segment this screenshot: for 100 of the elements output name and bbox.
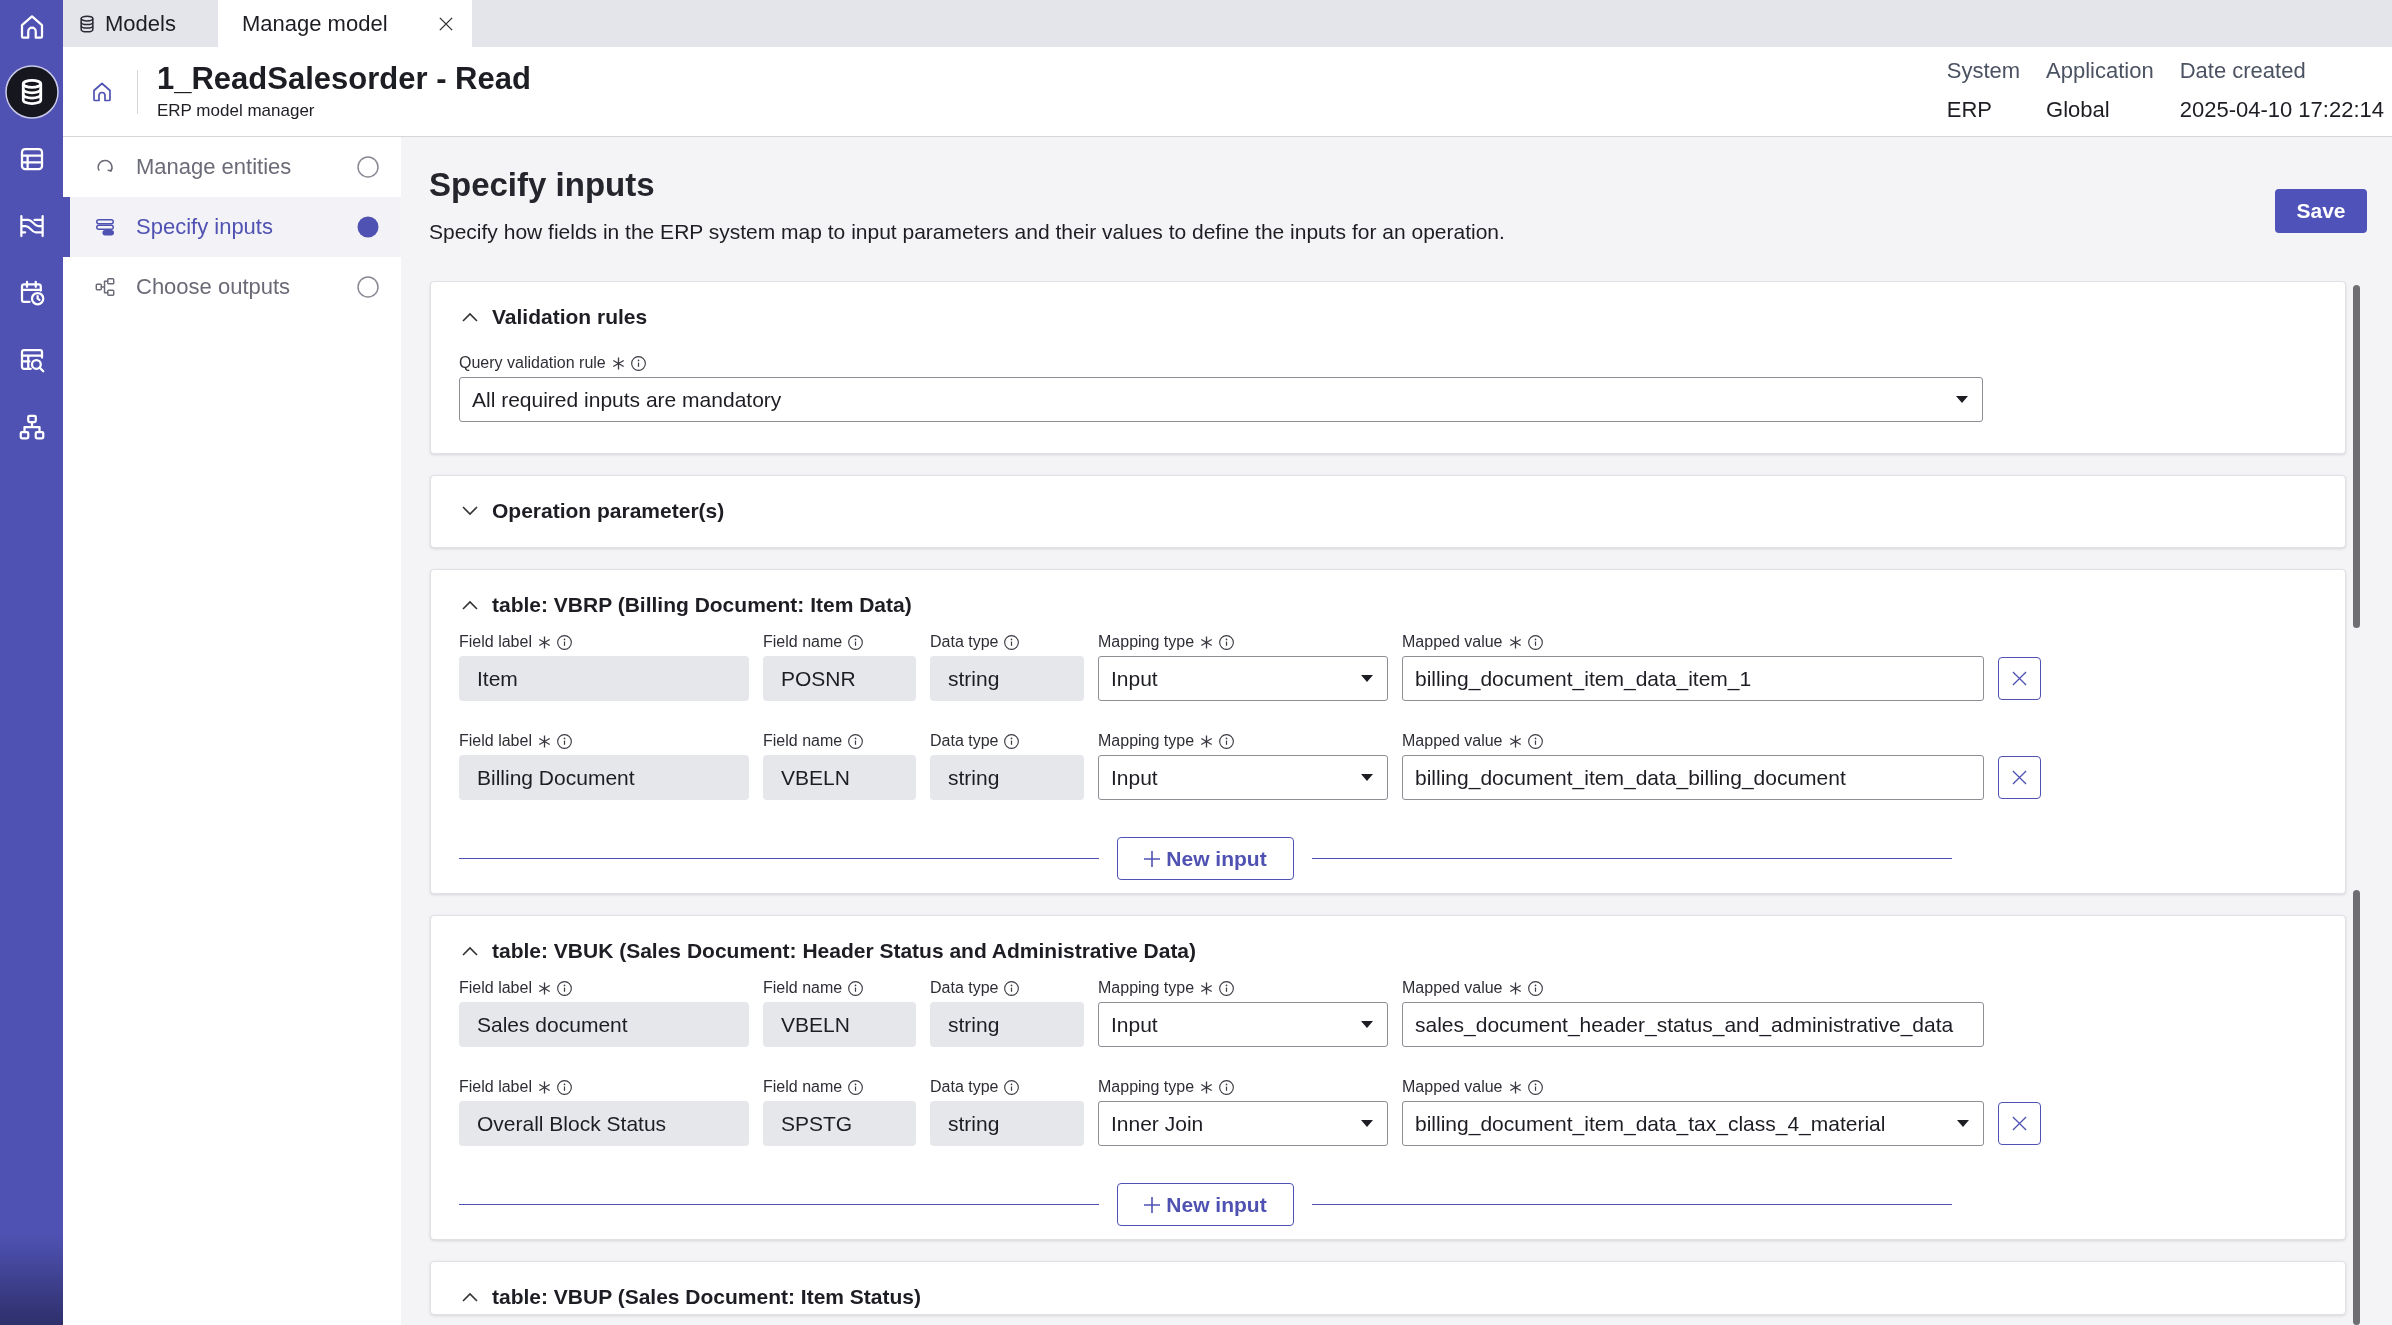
caret-icon [1361, 1021, 1373, 1028]
step-item[interactable]: Manage entities [63, 137, 401, 197]
info-icon[interactable] [848, 733, 864, 749]
field-label: Mapped value [1402, 633, 1503, 651]
info-icon[interactable] [630, 355, 646, 371]
input-field[interactable]: sales_document_header_status_and_administrative_data [1402, 1002, 1984, 1047]
readonly-field: VBELN [763, 755, 916, 800]
readonly-field: Item [459, 656, 749, 701]
nodes-icon [94, 276, 116, 298]
new-input-button[interactable]: New input [1117, 1183, 1294, 1226]
chevron-up-icon[interactable] [462, 312, 478, 322]
meta-value: ERP [1946, 97, 1992, 123]
info-icon[interactable] [1527, 980, 1543, 996]
readonly-field: string [930, 1101, 1084, 1146]
info-icon[interactable] [556, 634, 572, 650]
info-icon[interactable] [1004, 733, 1020, 749]
info-icon[interactable] [1527, 1079, 1543, 1095]
field-label: Field name [763, 979, 843, 997]
field-label: Data type [930, 1078, 999, 1096]
field-label: Query validation rule [459, 354, 606, 372]
info-icon[interactable] [1527, 634, 1543, 650]
info-icon[interactable] [1004, 634, 1020, 650]
info-icon[interactable] [1219, 980, 1235, 996]
step-item[interactable]: Choose outputs [63, 257, 401, 317]
field-label: Field label [459, 1078, 532, 1096]
field-label: Mapping type [1098, 979, 1195, 997]
step-item[interactable]: Specify inputs [63, 197, 401, 257]
plus-icon [1144, 1196, 1161, 1213]
new-input-button[interactable]: New input [1117, 837, 1294, 880]
remove-button[interactable] [1998, 756, 2041, 799]
dropdown[interactable]: Input [1098, 656, 1388, 701]
dropdown[interactable]: Input [1098, 755, 1388, 800]
info-icon[interactable] [1004, 980, 1020, 996]
scrollbar-thumb[interactable] [2353, 890, 2360, 1325]
meta-label: Application [2046, 58, 2154, 84]
caret-icon [1361, 774, 1373, 781]
info-icon[interactable] [848, 634, 864, 650]
readonly-field: Overall Block Status [459, 1101, 749, 1146]
field-label: Data type [930, 633, 999, 651]
readonly-field: string [930, 656, 1084, 701]
readonly-field: POSNR [763, 656, 916, 701]
field-label: Field label [459, 732, 532, 750]
info-icon[interactable] [556, 980, 572, 996]
save-button[interactable]: Save [2275, 189, 2367, 233]
model-title: 1_ReadSalesorder - Read [157, 61, 531, 97]
info-icon[interactable] [556, 733, 572, 749]
field-label: Mapped value [1402, 979, 1503, 997]
input-field[interactable]: billing_document_item_data_item_1 [1402, 656, 1984, 701]
readonly-field: SPSTG [763, 1101, 916, 1146]
field-label: Mapped value [1402, 1078, 1503, 1096]
plus-icon [1144, 850, 1161, 867]
stacked-bars-icon [94, 216, 116, 238]
dropdown[interactable]: Input [1098, 1002, 1388, 1047]
readonly-field: Billing Document [459, 755, 749, 800]
dropdown[interactable]: Inner Join [1098, 1101, 1388, 1146]
remove-button[interactable] [1998, 657, 2041, 700]
section-toggle[interactable]: table: VBUK (Sales Document: Header Status and Administrative Data) [459, 934, 1197, 968]
info-icon[interactable] [848, 1079, 864, 1095]
field-label: Field label [459, 633, 532, 651]
readonly-field: string [930, 755, 1084, 800]
readonly-field: Sales document [459, 1002, 749, 1047]
field-label: Mapping type [1098, 1078, 1195, 1096]
database-icon[interactable] [4, 64, 59, 119]
dropdown[interactable]: All required inputs are mandatory [459, 377, 1983, 422]
remove-button[interactable] [1998, 1102, 2041, 1145]
chevron-up-icon[interactable] [462, 1292, 478, 1302]
field-label: Mapping type [1098, 732, 1195, 750]
input-field[interactable]: billing_document_item_data_billing_document [1402, 755, 1984, 800]
section-toggle[interactable]: table: VBRP (Billing Document: Item Data) [459, 588, 912, 622]
meta-label: Date created [2179, 58, 2306, 84]
field-label: Field name [763, 732, 843, 750]
dropdown[interactable]: billing_document_item_data_tax_class_4_material [1402, 1101, 1984, 1146]
info-icon[interactable] [1004, 1079, 1020, 1095]
chevron-down-icon[interactable] [462, 506, 478, 516]
page-title: Specify inputs [429, 165, 655, 205]
close-icon [2012, 671, 2027, 686]
page-description: Specify how fields in the ERP system map to input parameters and their values to define the inputs for an operation. [429, 219, 1505, 245]
info-icon[interactable] [1219, 1079, 1235, 1095]
field-label: Mapped value [1402, 732, 1503, 750]
caret-icon [1957, 1120, 1969, 1127]
chevron-up-icon[interactable] [462, 946, 478, 956]
field-label: Field name [763, 633, 843, 651]
tab[interactable]: Manage model [218, 0, 472, 47]
field-label: Data type [930, 732, 999, 750]
caret-icon [1361, 1120, 1373, 1127]
chevron-up-icon[interactable] [462, 600, 478, 610]
info-icon[interactable] [556, 1079, 572, 1095]
info-icon[interactable] [1527, 733, 1543, 749]
info-icon[interactable] [848, 980, 864, 996]
close-icon[interactable] [439, 16, 453, 31]
info-icon[interactable] [1219, 733, 1235, 749]
model-subtitle: ERP model manager [157, 100, 315, 122]
section-toggle[interactable]: Validation rules [459, 300, 648, 334]
field-label: Data type [930, 979, 999, 997]
close-icon [2012, 1116, 2027, 1131]
close-icon [2012, 770, 2027, 785]
section-toggle[interactable]: table: VBUP (Sales Document: Item Status) [459, 1280, 922, 1314]
field-label: Mapping type [1098, 633, 1195, 651]
scrollbar-thumb[interactable] [2353, 285, 2360, 628]
info-icon[interactable] [1219, 634, 1235, 650]
